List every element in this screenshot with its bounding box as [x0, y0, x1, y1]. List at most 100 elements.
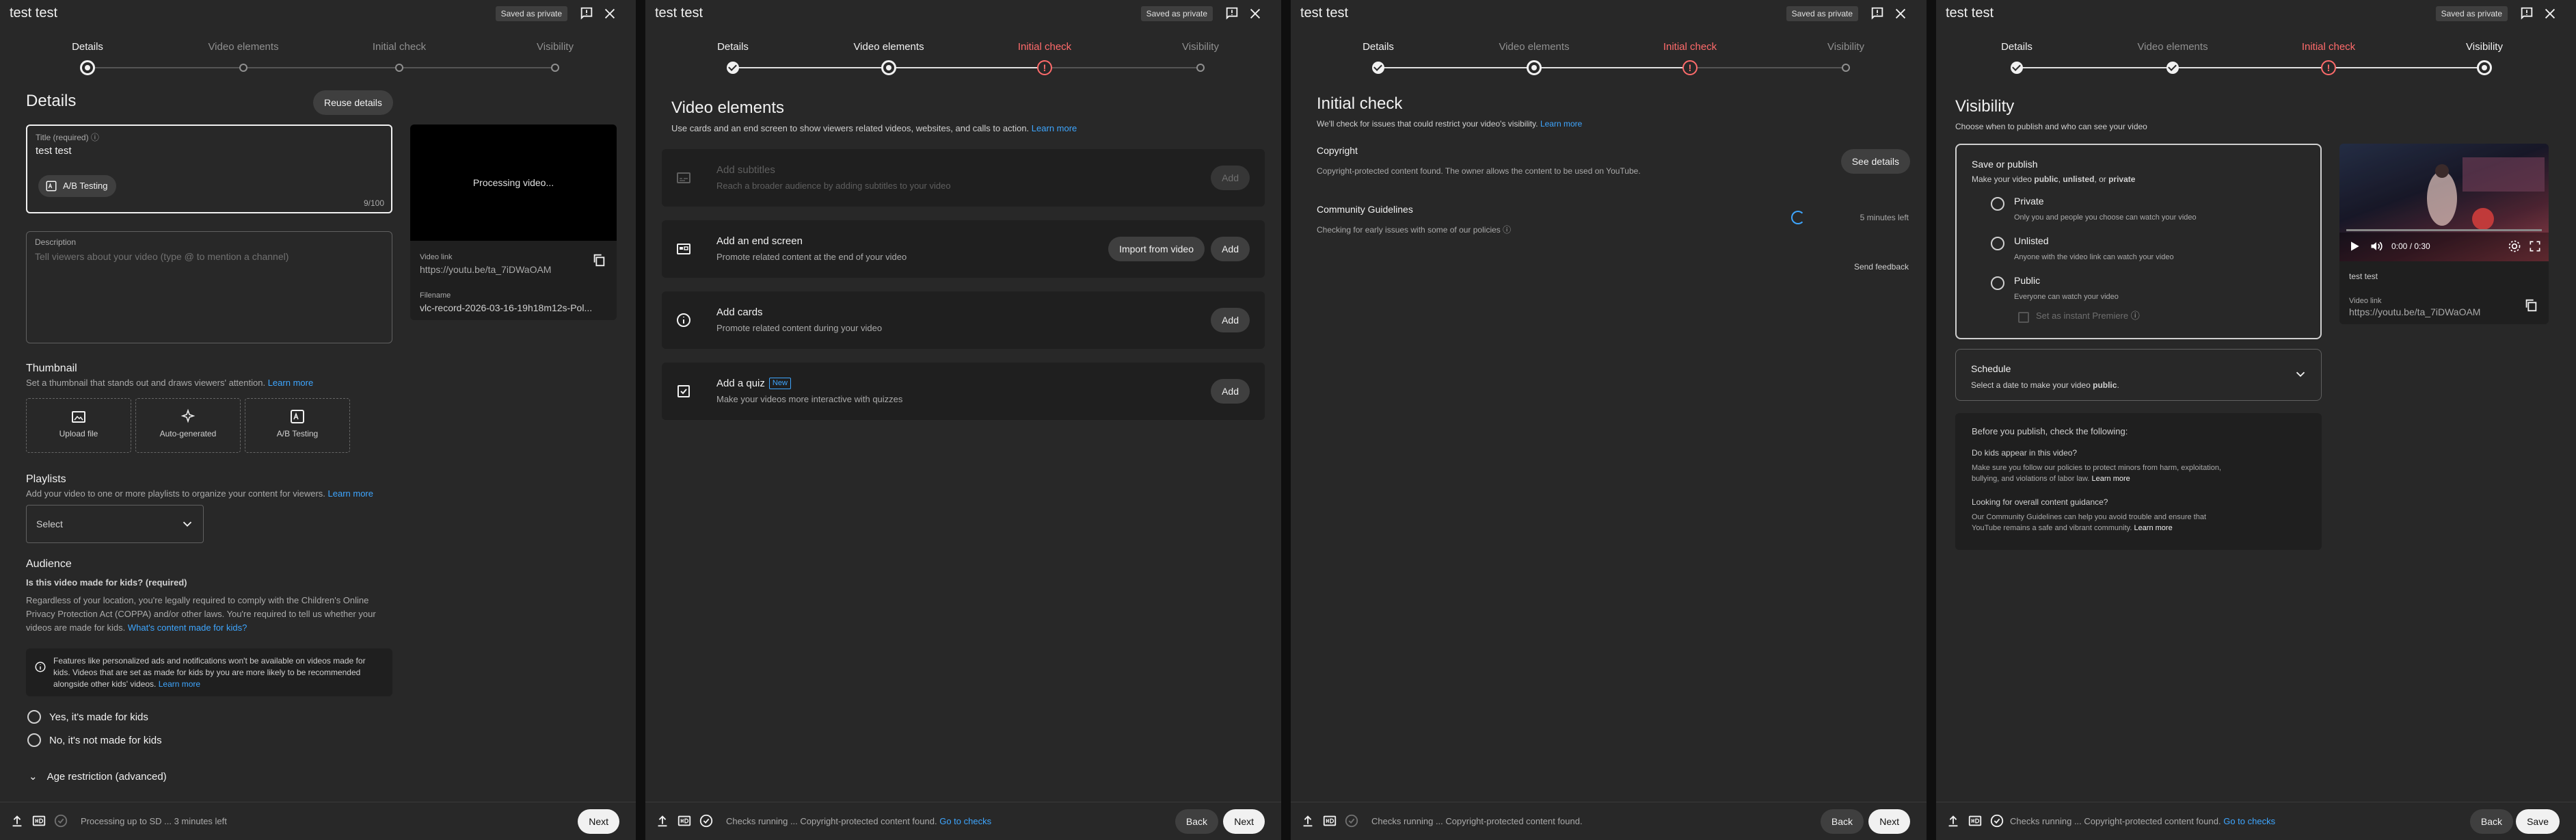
feedback-icon[interactable]	[1869, 5, 1886, 22]
step-initial-check[interactable]: Initial check	[976, 41, 1113, 53]
step-dot-visibility	[2477, 60, 2492, 75]
instant-premiere-checkbox[interactable]	[2018, 312, 2029, 323]
feedback-icon[interactable]	[1224, 5, 1240, 22]
thumb-upload-file[interactable]: Upload file	[26, 398, 131, 453]
copy-icon[interactable]	[2523, 297, 2539, 313]
playlists-learn-more[interactable]: Learn more	[328, 488, 373, 499]
public-radio[interactable]	[1991, 276, 2004, 290]
learn-more-link[interactable]: Learn more	[1540, 119, 1582, 129]
age-restriction-toggle[interactable]: ⌄ Age restriction (advanced)	[29, 770, 167, 783]
step-video-elements[interactable]: Video elements	[1466, 41, 1602, 53]
upload-icon[interactable]	[1946, 813, 1962, 830]
thumb-auto-generated[interactable]: Auto-generated	[135, 398, 241, 453]
add-cards-button[interactable]: Add	[1211, 308, 1250, 332]
feedback-icon[interactable]	[2519, 5, 2535, 22]
chevron-down-icon[interactable]	[2292, 366, 2309, 382]
kids-content-link[interactable]: What's content made for kids?	[128, 622, 247, 633]
see-details-button[interactable]: See details	[1840, 149, 1910, 174]
add-subtitles-button[interactable]: Add	[1211, 166, 1250, 190]
add-quiz-button[interactable]: Add	[1211, 379, 1250, 404]
go-to-checks-link[interactable]: Go to checks	[939, 816, 991, 826]
step-visibility[interactable]: Visibility	[487, 41, 623, 53]
feedback-icon[interactable]	[578, 5, 595, 22]
back-button[interactable]: Back	[2469, 809, 2513, 834]
unlisted-label[interactable]: Unlisted	[2014, 235, 2049, 246]
add-end-screen-button[interactable]: Add	[1211, 237, 1250, 261]
next-button[interactable]: Next	[1868, 809, 1910, 834]
upload-icon[interactable]	[655, 813, 671, 830]
settings-icon[interactable]	[2508, 239, 2521, 253]
hd-icon[interactable]	[1322, 813, 1339, 830]
end-screen-icon	[677, 244, 690, 254]
step-details[interactable]: Details	[19, 41, 156, 53]
check-circle-icon[interactable]	[1989, 813, 2006, 830]
progress-track[interactable]	[2346, 229, 2542, 231]
step-details[interactable]: Details	[665, 41, 801, 53]
step-video-elements[interactable]: Video elements	[175, 41, 312, 53]
import-from-video-button[interactable]: Import from video	[1108, 237, 1205, 261]
unlisted-radio[interactable]	[1991, 237, 2004, 250]
kids-yes-label[interactable]: Yes, it's made for kids	[49, 711, 148, 723]
step-visibility[interactable]: Visibility	[2416, 41, 2553, 53]
private-radio[interactable]	[1991, 197, 2004, 211]
thumbnail-learn-more[interactable]: Learn more	[268, 378, 313, 388]
video-link[interactable]: https://youtu.be/ta_7iDWaOAM	[2349, 305, 2480, 319]
dialog-header: test test Saved as private	[645, 0, 1281, 30]
kids-no-label[interactable]: No, it's not made for kids	[49, 735, 162, 746]
step-visibility[interactable]: Visibility	[1777, 41, 1914, 53]
back-button[interactable]: Back	[1820, 809, 1864, 834]
learn-more-link[interactable]: Learn more	[1032, 123, 1077, 133]
public-label[interactable]: Public	[2014, 275, 2040, 286]
close-icon[interactable]	[602, 5, 618, 22]
title-field[interactable]: Title (required) ⓘ test test A/B Testing…	[26, 124, 392, 213]
help-icon[interactable]: ⓘ	[1503, 225, 1511, 235]
ab-testing-chip[interactable]: A/B Testing	[38, 175, 116, 197]
check-circle-icon[interactable]	[53, 813, 70, 830]
step-video-elements[interactable]: Video elements	[820, 41, 957, 53]
upload-icon[interactable]	[10, 813, 26, 830]
check-circle-icon[interactable]	[699, 813, 715, 830]
chevron-down-icon: ⌄	[29, 771, 38, 783]
close-icon[interactable]	[1247, 5, 1263, 22]
step-initial-check[interactable]: Initial check	[2260, 41, 2397, 53]
help-icon[interactable]: ⓘ	[2131, 311, 2140, 321]
playlist-select[interactable]: Select	[26, 505, 204, 543]
hd-icon[interactable]	[677, 813, 693, 830]
play-icon[interactable]	[2348, 239, 2361, 253]
step-dot-video-elements	[1527, 60, 1542, 75]
go-to-checks-link[interactable]: Go to checks	[2223, 816, 2275, 826]
help-icon[interactable]: ⓘ	[91, 133, 99, 142]
description-field[interactable]: Description Tell viewers about your vide…	[26, 231, 392, 343]
check-circle-icon[interactable]	[1344, 813, 1360, 830]
step-initial-check[interactable]: Initial check	[331, 41, 468, 53]
copy-icon[interactable]	[591, 252, 607, 268]
step-visibility[interactable]: Visibility	[1132, 41, 1269, 53]
volume-icon[interactable]	[2370, 239, 2383, 253]
video-link[interactable]: https://youtu.be/ta_7iDWaOAM	[420, 263, 551, 276]
step-video-elements[interactable]: Video elements	[2104, 41, 2241, 53]
thumb-ab-testing[interactable]: A/B Testing	[245, 398, 350, 453]
kids-no-radio[interactable]	[27, 733, 41, 747]
kids-learn-more[interactable]: Learn more	[2092, 475, 2130, 483]
fullscreen-icon[interactable]	[2528, 239, 2542, 253]
close-icon[interactable]	[2542, 5, 2558, 22]
reuse-details-button[interactable]: Reuse details	[313, 90, 393, 115]
step-details[interactable]: Details	[1310, 41, 1447, 53]
schedule-box[interactable]: Schedule Select a date to make your vide…	[1955, 349, 2322, 401]
save-button[interactable]: Save	[2516, 809, 2560, 834]
info-learn-more[interactable]: Learn more	[159, 679, 200, 689]
close-icon[interactable]	[1892, 5, 1909, 22]
step-details[interactable]: Details	[1948, 41, 2085, 53]
next-button[interactable]: Next	[1223, 809, 1265, 834]
video-player[interactable]: 0:00 / 0:30	[2339, 144, 2549, 261]
hd-icon[interactable]	[31, 813, 48, 830]
private-label[interactable]: Private	[2014, 196, 2044, 207]
upload-icon[interactable]	[1300, 813, 1317, 830]
send-feedback-link[interactable]: Send feedback	[1854, 260, 1909, 274]
guidance-learn-more[interactable]: Learn more	[2134, 524, 2172, 532]
hd-icon[interactable]	[1968, 813, 1984, 830]
next-button[interactable]: Next	[578, 809, 619, 834]
kids-yes-radio[interactable]	[27, 710, 41, 724]
back-button[interactable]: Back	[1175, 809, 1218, 834]
step-initial-check[interactable]: Initial check	[1622, 41, 1758, 53]
